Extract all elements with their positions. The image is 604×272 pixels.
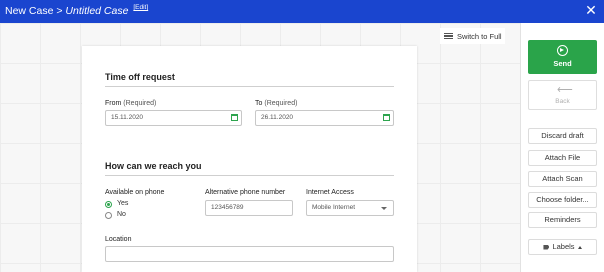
case-title: Untitled Case [65,5,129,17]
list-icon [444,32,453,40]
section-title-reach: How can we reach you [105,161,202,171]
attach-scan-button[interactable]: Attach Scan [528,171,597,187]
labels-button[interactable]: Labels [528,239,597,255]
location-input[interactable] [105,246,394,262]
send-icon [557,45,568,56]
radio-yes-label: Yes [117,200,129,207]
back-button[interactable]: ⟵ Back [528,80,597,110]
location-label: Location [105,236,132,243]
radio-no[interactable] [105,212,112,219]
edit-title-link[interactable]: [Edit] [133,4,148,11]
chevron-down-icon [381,207,387,210]
breadcrumb-new-case[interactable]: New Case > [5,5,62,17]
section-title-time-off: Time off request [105,72,175,82]
switch-to-full-button[interactable]: Switch to Full [440,28,505,44]
to-date-input[interactable]: 26.11.2020 [255,110,394,126]
to-label: To (Required) [255,100,298,107]
section-divider [105,86,394,87]
internet-select[interactable]: Mobile Internet [306,200,394,216]
internet-label: Internet Access [306,189,354,196]
reminders-button[interactable]: Reminders [528,212,597,228]
from-label: From (Required) [105,100,157,107]
app-header: New Case > Untitled Case [Edit] ✕ [0,0,604,23]
section-divider [105,175,394,176]
switch-to-full-label: Switch to Full [457,31,502,41]
calendar-icon[interactable] [383,114,390,121]
choose-folder-button[interactable]: Choose folder... [528,192,597,208]
radio-no-label: No [117,211,126,218]
tag-icon [543,244,550,250]
chevron-up-icon [577,245,582,249]
close-icon[interactable]: ✕ [584,3,598,17]
alt-phone-label: Alternative phone number [205,189,286,196]
from-date-input[interactable]: 15.11.2020 [105,110,242,126]
attach-file-button[interactable]: Attach File [528,150,597,166]
radio-yes[interactable] [105,201,112,208]
calendar-icon[interactable] [231,114,238,121]
breadcrumb: New Case > Untitled Case [Edit] [5,4,148,17]
arrow-left-icon: ⟵ [557,84,573,96]
discard-draft-button[interactable]: Discard draft [528,128,597,144]
alt-phone-input[interactable]: 123456789 [205,200,293,216]
form-panel: Time off request From (Required) 15.11.2… [82,46,417,272]
phone-label: Available on phone [105,189,165,196]
send-button[interactable]: Send [528,40,597,74]
